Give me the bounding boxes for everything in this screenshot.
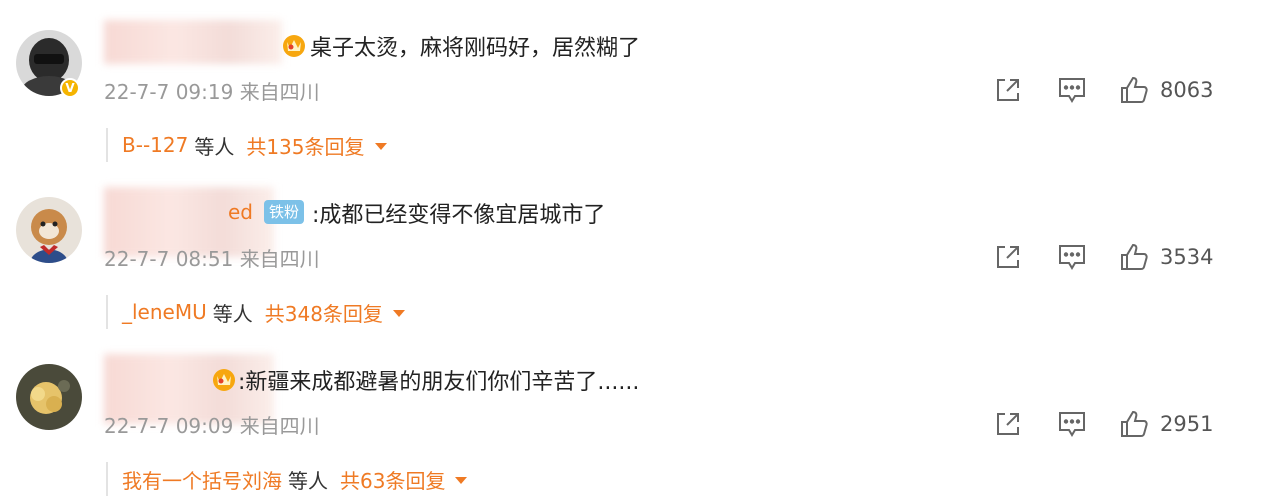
comment-icon: [1059, 78, 1085, 103]
comment-item: :新疆来成都避暑的朋友们你们辛苦了...... 22-7-7 09:09 来自四…: [0, 334, 1262, 500]
comment-button[interactable]: [1054, 406, 1090, 442]
reply-users[interactable]: 我有一个括号刘海: [122, 465, 282, 494]
comment-feed: V 桌子太烫，麻将刚码好，居然糊了 22-7-7 09:19 来自四川 8063…: [0, 0, 1262, 502]
comment-text: :新疆来成都避暑的朋友们你们辛苦了......: [238, 370, 640, 395]
comment-meta: 22-7-7 09:09 来自四川: [104, 410, 320, 439]
caret-down-icon[interactable]: [455, 476, 468, 484]
avatar[interactable]: [16, 197, 82, 263]
comment-actions: 8063: [990, 70, 1213, 110]
reply-total-link[interactable]: 共63条回复: [340, 465, 445, 494]
comment-text: :成都已经变得不像宜居城市了: [312, 203, 606, 228]
comment-meta: 22-7-7 09:19 来自四川: [104, 76, 320, 105]
reply-total-link[interactable]: 共135条回复: [246, 131, 364, 160]
share-icon: [997, 79, 1019, 101]
like-button[interactable]: [1116, 72, 1152, 108]
reply-summary[interactable]: B--127 等人 共135条回复: [106, 128, 387, 162]
reply-total-link[interactable]: 共348条回复: [265, 298, 383, 327]
fan-badge: 铁粉: [264, 200, 305, 224]
username-suffix[interactable]: ed: [228, 200, 253, 224]
comment-location: 来自四川: [239, 80, 320, 104]
comment-button[interactable]: [1054, 72, 1090, 108]
comment-text: 桌子太烫，麻将刚码好，居然糊了: [310, 36, 641, 61]
reply-deng-label: 等人: [194, 134, 235, 159]
comment-actions: 2951: [990, 404, 1213, 444]
like-icon: [1121, 243, 1148, 270]
verified-badge-icon: V: [60, 78, 80, 98]
crown-badge-icon: [280, 32, 308, 58]
like-count: 3534: [1160, 245, 1214, 269]
like-button[interactable]: [1116, 406, 1152, 442]
comment-meta: 22-7-7 08:51 来自四川: [104, 243, 320, 272]
reply-users[interactable]: _leneMU: [122, 300, 207, 324]
like-button[interactable]: [1116, 239, 1152, 275]
comment-time: 22-7-7 08:51: [104, 247, 234, 271]
like-count: 2951: [1160, 412, 1214, 436]
reply-deng-label: 等人: [212, 301, 253, 326]
comment-location: 来自四川: [239, 247, 320, 271]
share-button[interactable]: [990, 72, 1026, 108]
avatar[interactable]: [16, 364, 82, 430]
comment-item: ed 铁粉 :成都已经变得不像宜居城市了 22-7-7 08:51 来自四川 3…: [0, 167, 1262, 333]
comment-button[interactable]: [1054, 239, 1090, 275]
reply-deng-label: 等人: [288, 468, 328, 493]
crown-badge-icon: [210, 366, 238, 392]
comment-actions: 3534: [990, 237, 1213, 277]
comment-time: 22-7-7 09:19: [104, 80, 234, 104]
caret-down-icon[interactable]: [392, 309, 405, 317]
share-button[interactable]: [990, 239, 1026, 275]
reply-summary[interactable]: 我有一个括号刘海 等人 共63条回复: [106, 462, 468, 496]
comment-item: V 桌子太烫，麻将刚码好，居然糊了 22-7-7 09:19 来自四川 8063…: [0, 0, 1262, 166]
username-blurred[interactable]: [104, 20, 282, 64]
like-icon: [1121, 76, 1148, 103]
comment-location: 来自四川: [239, 414, 320, 438]
share-icon: [997, 246, 1019, 268]
comment-time: 22-7-7 09:09: [104, 414, 234, 438]
reply-summary[interactable]: _leneMU 等人 共348条回复: [106, 295, 405, 329]
comment-icon: [1059, 412, 1085, 437]
caret-down-icon[interactable]: [374, 142, 387, 150]
comment-icon: [1059, 245, 1085, 270]
share-icon: [997, 413, 1019, 435]
reply-users[interactable]: B--127: [122, 133, 188, 157]
like-count: 8063: [1160, 78, 1214, 102]
like-icon: [1121, 410, 1148, 437]
share-button[interactable]: [990, 406, 1026, 442]
